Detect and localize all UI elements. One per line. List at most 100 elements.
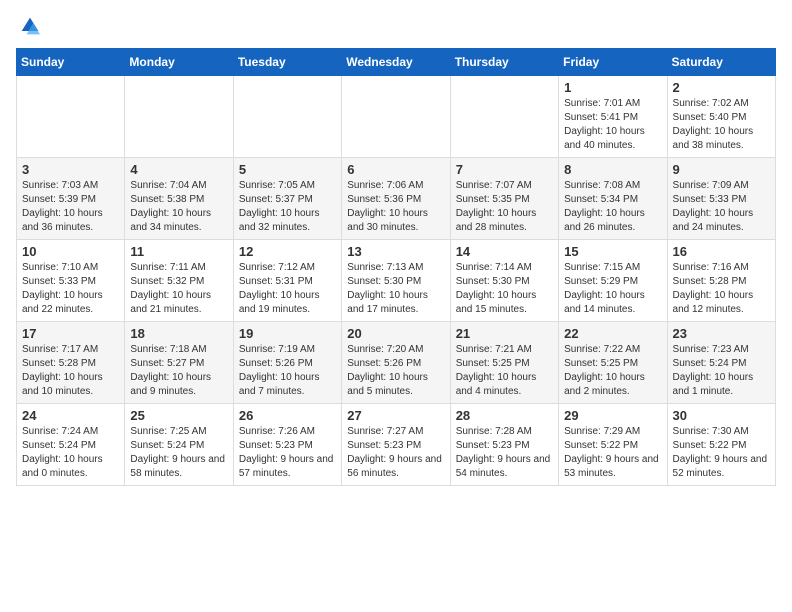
day-info: Sunrise: 7:21 AM Sunset: 5:25 PM Dayligh… bbox=[456, 343, 553, 399]
day-info: Sunrise: 7:19 AM Sunset: 5:26 PM Dayligh… bbox=[239, 343, 336, 399]
day-cell: 8 Sunrise: 7:08 AM Sunset: 5:34 PM Daylig… bbox=[559, 158, 667, 240]
day-number: 23 bbox=[673, 326, 770, 341]
day-info: Sunrise: 7:22 AM Sunset: 5:25 PM Dayligh… bbox=[564, 343, 661, 399]
day-number: 16 bbox=[673, 244, 770, 259]
day-info: Sunrise: 7:25 AM Sunset: 5:24 PM Dayligh… bbox=[130, 425, 227, 481]
day-number: 28 bbox=[456, 408, 553, 423]
day-cell bbox=[233, 76, 341, 158]
calendar-table: SundayMondayTuesdayWednesdayThursdayFrid… bbox=[16, 48, 776, 486]
day-cell: 5Sunrise: 7:05 AM Sunset: 5:37 PM Daylig… bbox=[233, 158, 341, 240]
week-row-5: 24Sunrise: 7:24 AM Sunset: 5:24 PM Dayli… bbox=[17, 404, 776, 486]
logo-icon bbox=[20, 16, 40, 36]
day-info: Sunrise: 7:03 AM Sunset: 5:39 PM Dayligh… bbox=[22, 179, 119, 235]
day-info: Sunrise: 7:02 AM Sunset: 5:40 PM Dayligh… bbox=[673, 97, 770, 153]
day-number: 30 bbox=[673, 408, 770, 423]
day-cell: 10 Sunrise: 7:10 AM Sunset: 5:33 PM Dayli… bbox=[17, 240, 125, 322]
day-number: 15 bbox=[564, 244, 661, 259]
day-info: Sunrise: 7:12 AM Sunset: 5:31 PM Dayligh… bbox=[239, 261, 336, 317]
day-info: Sunrise: 7:23 AM Sunset: 5:24 PM Dayligh… bbox=[673, 343, 770, 399]
day-info: Sunrise: 7:05 AM Sunset: 5:37 PM Dayligh… bbox=[239, 179, 336, 235]
day-info: Sunrise: 7:11 AM Sunset: 5:32 PM Dayligh… bbox=[130, 261, 227, 317]
week-row-2: 3Sunrise: 7:03 AM Sunset: 5:39 PM Daylig… bbox=[17, 158, 776, 240]
day-cell: 20 Sunrise: 7:20 AM Sunset: 5:26 PM Dayli… bbox=[342, 322, 450, 404]
day-cell: 30 Sunrise: 7:30 AM Sunset: 5:22 PM Dayli… bbox=[667, 404, 775, 486]
day-number: 4 bbox=[130, 162, 227, 177]
weekday-header-saturday: Saturday bbox=[667, 49, 775, 76]
day-cell: 3Sunrise: 7:03 AM Sunset: 5:39 PM Daylig… bbox=[17, 158, 125, 240]
week-row-3: 10 Sunrise: 7:10 AM Sunset: 5:33 PM Dayli… bbox=[17, 240, 776, 322]
day-info: Sunrise: 7:07 AM Sunset: 5:35 PM Dayligh… bbox=[456, 179, 553, 235]
day-info: Sunrise: 7:18 AM Sunset: 5:27 PM Dayligh… bbox=[130, 343, 227, 399]
day-number: 26 bbox=[239, 408, 336, 423]
weekday-header-wednesday: Wednesday bbox=[342, 49, 450, 76]
day-cell: 4 Sunrise: 7:04 AM Sunset: 5:38 PM Daylig… bbox=[125, 158, 233, 240]
day-info: Sunrise: 7:13 AM Sunset: 5:30 PM Dayligh… bbox=[347, 261, 444, 317]
day-cell: 14 Sunrise: 7:14 AM Sunset: 5:30 PM Dayli… bbox=[450, 240, 558, 322]
day-cell bbox=[17, 76, 125, 158]
day-number: 27 bbox=[347, 408, 444, 423]
day-cell: 26 Sunrise: 7:26 AM Sunset: 5:23 PM Dayli… bbox=[233, 404, 341, 486]
day-cell: 13 Sunrise: 7:13 AM Sunset: 5:30 PM Dayli… bbox=[342, 240, 450, 322]
day-number: 14 bbox=[456, 244, 553, 259]
day-info: Sunrise: 7:14 AM Sunset: 5:30 PM Dayligh… bbox=[456, 261, 553, 317]
day-info: Sunrise: 7:26 AM Sunset: 5:23 PM Dayligh… bbox=[239, 425, 336, 481]
weekday-header-tuesday: Tuesday bbox=[233, 49, 341, 76]
weekday-header-row: SundayMondayTuesdayWednesdayThursdayFrid… bbox=[17, 49, 776, 76]
day-info: Sunrise: 7:20 AM Sunset: 5:26 PM Dayligh… bbox=[347, 343, 444, 399]
day-cell: 17 Sunrise: 7:17 AM Sunset: 5:28 PM Dayli… bbox=[17, 322, 125, 404]
weekday-header-thursday: Thursday bbox=[450, 49, 558, 76]
day-info: Sunrise: 7:30 AM Sunset: 5:22 PM Dayligh… bbox=[673, 425, 770, 481]
day-cell: 24Sunrise: 7:24 AM Sunset: 5:24 PM Dayli… bbox=[17, 404, 125, 486]
day-cell: 1 Sunrise: 7:01 AM Sunset: 5:41 PM Daylig… bbox=[559, 76, 667, 158]
day-info: Sunrise: 7:01 AM Sunset: 5:41 PM Dayligh… bbox=[564, 97, 661, 153]
day-number: 11 bbox=[130, 244, 227, 259]
weekday-header-friday: Friday bbox=[559, 49, 667, 76]
page-header bbox=[16, 16, 776, 36]
day-info: Sunrise: 7:27 AM Sunset: 5:23 PM Dayligh… bbox=[347, 425, 444, 481]
week-row-1: 1 Sunrise: 7:01 AM Sunset: 5:41 PM Daylig… bbox=[17, 76, 776, 158]
day-cell bbox=[125, 76, 233, 158]
day-info: Sunrise: 7:09 AM Sunset: 5:33 PM Dayligh… bbox=[673, 179, 770, 235]
weekday-header-sunday: Sunday bbox=[17, 49, 125, 76]
day-number: 29 bbox=[564, 408, 661, 423]
day-cell: 6Sunrise: 7:06 AM Sunset: 5:36 PM Daylig… bbox=[342, 158, 450, 240]
day-info: Sunrise: 7:28 AM Sunset: 5:23 PM Dayligh… bbox=[456, 425, 553, 481]
day-number: 17 bbox=[22, 326, 119, 341]
day-number: 8 bbox=[564, 162, 661, 177]
day-cell: 25Sunrise: 7:25 AM Sunset: 5:24 PM Dayli… bbox=[125, 404, 233, 486]
day-cell: 9 Sunrise: 7:09 AM Sunset: 5:33 PM Daylig… bbox=[667, 158, 775, 240]
day-cell: 16Sunrise: 7:16 AM Sunset: 5:28 PM Dayli… bbox=[667, 240, 775, 322]
day-cell: 18Sunrise: 7:18 AM Sunset: 5:27 PM Dayli… bbox=[125, 322, 233, 404]
day-cell: 28 Sunrise: 7:28 AM Sunset: 5:23 PM Dayli… bbox=[450, 404, 558, 486]
day-number: 1 bbox=[564, 80, 661, 95]
day-info: Sunrise: 7:15 AM Sunset: 5:29 PM Dayligh… bbox=[564, 261, 661, 317]
day-info: Sunrise: 7:29 AM Sunset: 5:22 PM Dayligh… bbox=[564, 425, 661, 481]
day-number: 7 bbox=[456, 162, 553, 177]
day-number: 12 bbox=[239, 244, 336, 259]
day-info: Sunrise: 7:04 AM Sunset: 5:38 PM Dayligh… bbox=[130, 179, 227, 235]
logo bbox=[16, 16, 40, 36]
day-number: 24 bbox=[22, 408, 119, 423]
day-number: 2 bbox=[673, 80, 770, 95]
day-cell: 23 Sunrise: 7:23 AM Sunset: 5:24 PM Dayli… bbox=[667, 322, 775, 404]
day-cell: 12 Sunrise: 7:12 AM Sunset: 5:31 PM Dayli… bbox=[233, 240, 341, 322]
day-info: Sunrise: 7:08 AM Sunset: 5:34 PM Dayligh… bbox=[564, 179, 661, 235]
day-info: Sunrise: 7:17 AM Sunset: 5:28 PM Dayligh… bbox=[22, 343, 119, 399]
day-cell bbox=[342, 76, 450, 158]
day-cell: 2 Sunrise: 7:02 AM Sunset: 5:40 PM Daylig… bbox=[667, 76, 775, 158]
day-number: 19 bbox=[239, 326, 336, 341]
day-cell: 22Sunrise: 7:22 AM Sunset: 5:25 PM Dayli… bbox=[559, 322, 667, 404]
day-number: 9 bbox=[673, 162, 770, 177]
day-cell: 19 Sunrise: 7:19 AM Sunset: 5:26 PM Dayli… bbox=[233, 322, 341, 404]
day-cell: 27 Sunrise: 7:27 AM Sunset: 5:23 PM Dayli… bbox=[342, 404, 450, 486]
day-info: Sunrise: 7:06 AM Sunset: 5:36 PM Dayligh… bbox=[347, 179, 444, 235]
day-number: 10 bbox=[22, 244, 119, 259]
day-number: 13 bbox=[347, 244, 444, 259]
day-info: Sunrise: 7:10 AM Sunset: 5:33 PM Dayligh… bbox=[22, 261, 119, 317]
day-number: 21 bbox=[456, 326, 553, 341]
weekday-header-monday: Monday bbox=[125, 49, 233, 76]
day-cell: 11 Sunrise: 7:11 AM Sunset: 5:32 PM Dayli… bbox=[125, 240, 233, 322]
day-cell: 15 Sunrise: 7:15 AM Sunset: 5:29 PM Dayli… bbox=[559, 240, 667, 322]
day-cell: 21 Sunrise: 7:21 AM Sunset: 5:25 PM Dayli… bbox=[450, 322, 558, 404]
day-number: 20 bbox=[347, 326, 444, 341]
